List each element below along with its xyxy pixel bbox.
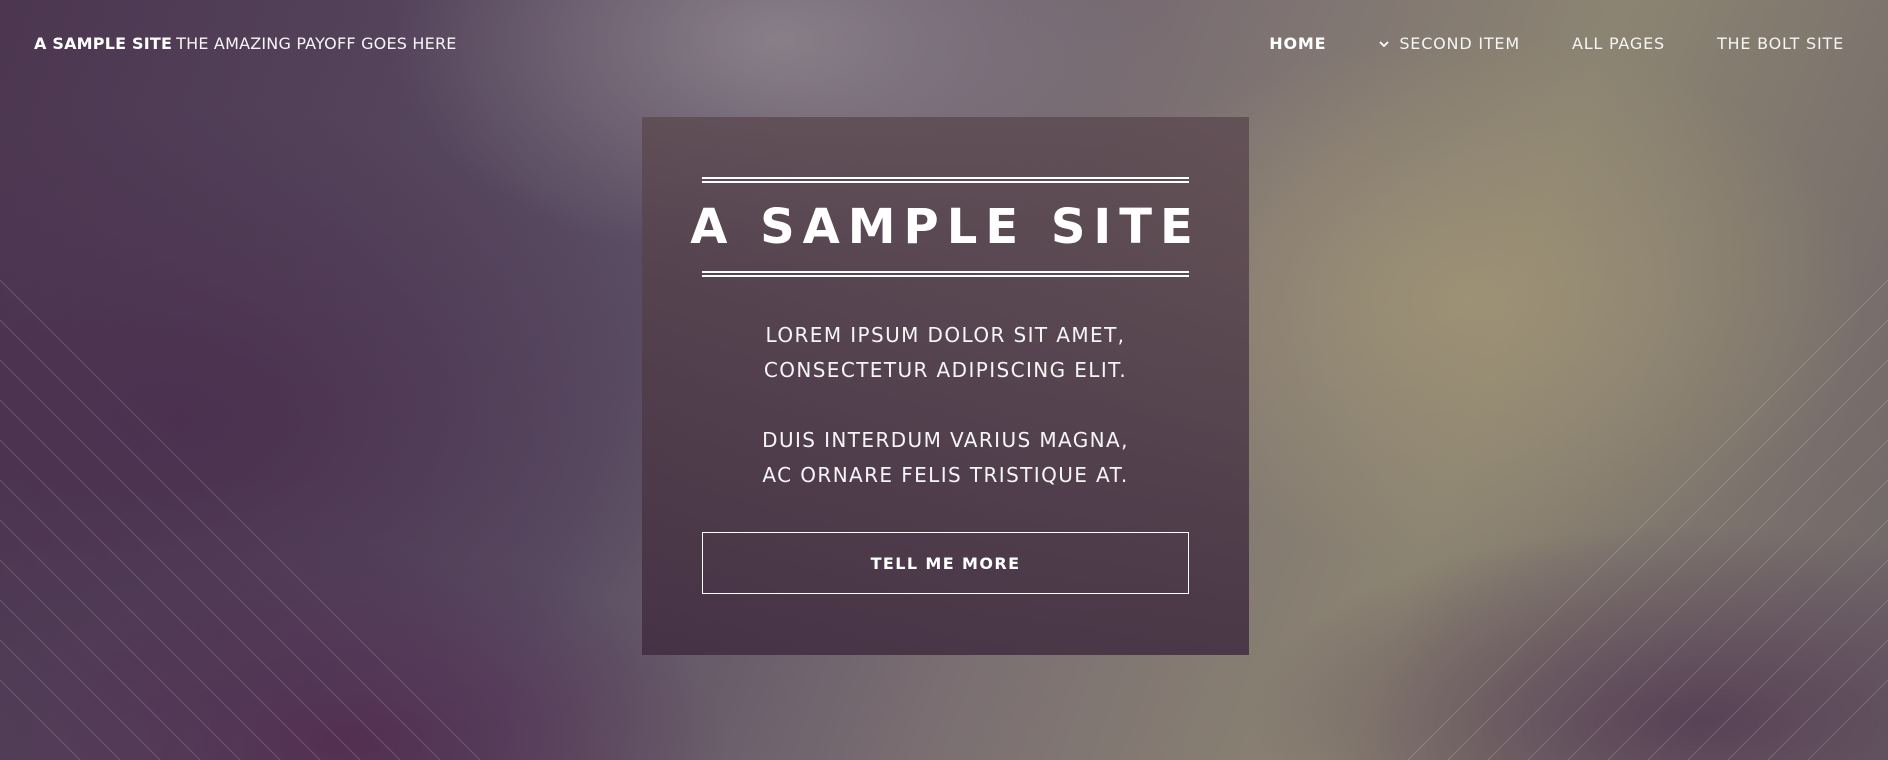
nav-item-label: THE BOLT SITE xyxy=(1716,34,1844,53)
brand-name[interactable]: A SAMPLE SITE xyxy=(34,34,172,53)
main-navigation: HOME SECOND ITEM ALL PAGES THE BOLT SITE xyxy=(1217,34,1844,53)
chevron-down-icon xyxy=(1379,40,1389,47)
brand-tagline: THE AMAZING PAYOFF GOES HERE xyxy=(176,34,457,53)
hero-paragraph-2: DUIS INTERDUM VARIUS MAGNA, AC ORNARE FE… xyxy=(662,423,1229,493)
tell-me-more-button[interactable]: TELL ME MORE xyxy=(702,532,1189,594)
hero-card: A SAMPLE SITE LOREM IPSUM DOLOR SIT AMET… xyxy=(642,117,1249,655)
site-brand[interactable]: A SAMPLE SITE THE AMAZING PAYOFF GOES HER… xyxy=(34,34,457,53)
nav-item-label: SECOND ITEM xyxy=(1399,34,1520,53)
hero-section: A SAMPLE SITE THE AMAZING PAYOFF GOES HER… xyxy=(0,0,1888,760)
hero-paragraph-line: AC ORNARE FELIS TRISTIQUE AT. xyxy=(762,463,1129,487)
nav-item-home[interactable]: HOME xyxy=(1269,34,1326,53)
title-rule-bottom xyxy=(702,271,1189,277)
hero-title: A SAMPLE SITE xyxy=(690,199,1201,255)
title-rule-top xyxy=(702,177,1189,183)
nav-item-label: ALL PAGES xyxy=(1571,34,1665,53)
nav-item-all-pages[interactable]: ALL PAGES xyxy=(1572,34,1665,53)
hero-paragraph-line: DUIS INTERDUM VARIUS MAGNA, xyxy=(762,428,1129,452)
hero-paragraph-1: LOREM IPSUM DOLOR SIT AMET, CONSECTETUR … xyxy=(662,318,1229,388)
hero-paragraph-line: CONSECTETUR ADIPISCING ELIT. xyxy=(763,358,1128,382)
hero-paragraph-line: LOREM IPSUM DOLOR SIT AMET, xyxy=(765,323,1126,347)
nav-item-label: HOME xyxy=(1269,34,1327,53)
nav-item-bolt-site[interactable]: THE BOLT SITE xyxy=(1717,34,1844,53)
nav-item-second-item[interactable]: SECOND ITEM xyxy=(1378,34,1520,53)
